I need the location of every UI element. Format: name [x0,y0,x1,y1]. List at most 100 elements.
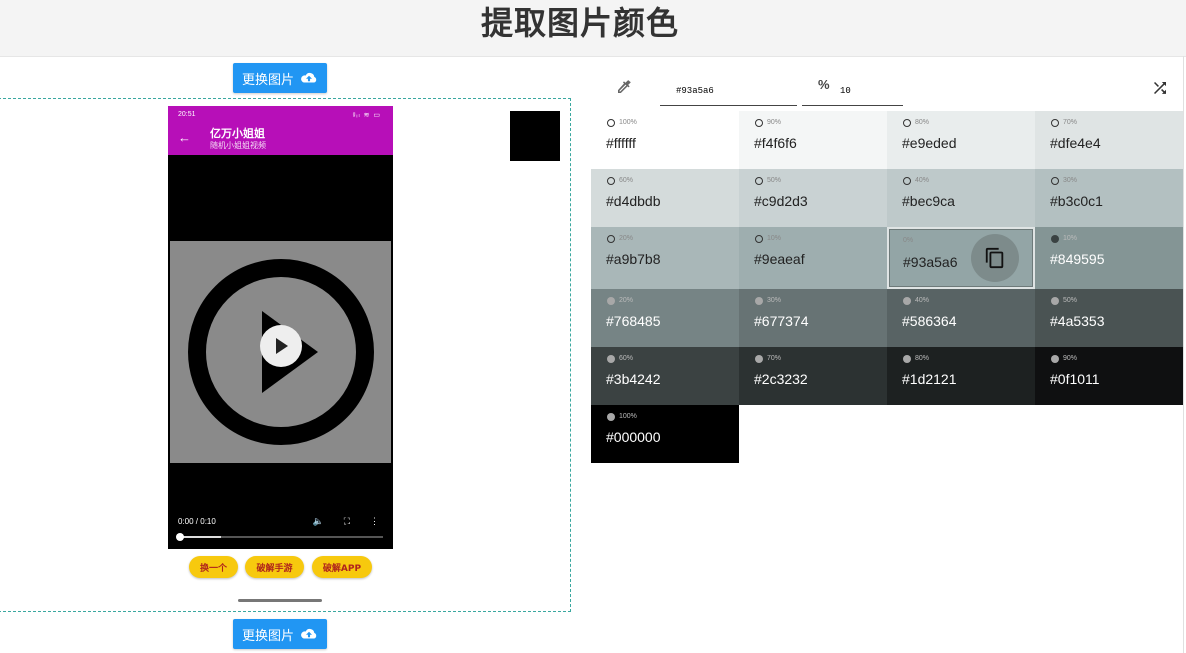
palette-cell-percent: 30% [767,297,782,304]
palette-cell-hex: #2c3232 [754,371,808,387]
palette-cell-percent: 70% [1063,119,1078,126]
palette-cell[interactable]: 30% #677374 [739,289,887,347]
radio-dot-icon [1051,297,1059,305]
shuffle-icon[interactable] [1151,79,1169,97]
palette-cell-hex: #768485 [606,313,661,329]
radio-dot-icon [755,355,763,363]
color-palette-grid: 100% #ffffff 90% #f4f6f6 80% #e9eded 70% #dfe4e… [591,111,1184,463]
video-progress [176,533,383,541]
header-bar: 提取图片颜色 [0,0,1186,57]
video-frame [170,241,391,463]
palette-cell[interactable]: 0% #93a5a6 [887,227,1035,289]
palette-cell[interactable]: 80% #1d2121 [887,347,1035,405]
volume-icon: 🔈 [312,516,324,526]
radio-dot-icon [607,235,615,243]
phone-button-games: 破解手游 [245,556,304,578]
phone-button-app: 破解APP [312,556,372,578]
palette-cell[interactable]: 40% #bec9ca [887,169,1035,227]
palette-cell-hex: #3b4242 [606,371,661,387]
palette-cell[interactable]: 70% #dfe4e4 [1035,111,1184,169]
palette-cell-percent: 50% [1063,297,1078,304]
palette-cell-hex: #e9eded [902,135,957,151]
color-controls: % [591,68,1184,110]
palette-cell-percent: 40% [915,177,930,184]
radio-dot-icon [1051,177,1059,185]
palette-cell-hex: #a9b7b8 [606,251,661,267]
fullscreen-icon: ⛶ [343,516,350,526]
palette-cell-hex: #849595 [1050,251,1105,267]
radio-dot-icon [903,355,911,363]
copy-icon [985,247,1004,269]
palette-cell-hex: #000000 [606,429,661,445]
palette-cell-percent: 50% [767,177,782,184]
palette-cell[interactable]: 90% #0f1011 [1035,347,1184,405]
palette-cell[interactable]: 10% #849595 [1035,227,1184,289]
palette-cell[interactable]: 100% #000000 [591,405,739,463]
radio-dot-icon [607,177,615,185]
phone-app-bar: 20:51 ᵍᵢₗ ≋ ▭ ← 亿万小姐姐 随机小姐姐视频 [168,106,393,155]
radio-dot-icon [1051,119,1059,127]
radio-dot-icon [755,177,763,185]
palette-cell-percent: 10% [1063,235,1078,242]
palette-cell[interactable]: 10% #9eaeaf [739,227,887,289]
phone-home-indicator [238,599,322,602]
palette-cell-percent: 100% [619,413,637,420]
radio-dot-icon [607,119,615,127]
copy-button[interactable] [971,234,1019,282]
palette-cell-hex: #d4dbdb [606,193,661,209]
palette-cell[interactable]: 100% #ffffff [591,111,739,169]
video-time: 0:00 / 0:10 [178,517,216,526]
radio-dot-icon [607,413,615,421]
phone-status-icons: ᵍᵢₗ ≋ ▭ [352,112,381,119]
radio-dot-icon [903,119,911,127]
palette-cell-percent: 40% [915,297,930,304]
palette-cell-hex: #1d2121 [902,371,957,387]
palette-cell-percent: 80% [915,355,930,362]
palette-cell[interactable]: 60% #d4dbdb [591,169,739,227]
palette-cell-percent: 60% [619,177,634,184]
color-preview-swatch [510,111,560,161]
palette-cell[interactable]: 70% #2c3232 [739,347,887,405]
palette-cell-hex: #bec9ca [902,193,955,209]
palette-cell-percent: 100% [619,119,637,126]
radio-dot-icon [755,119,763,127]
palette-cell[interactable]: 50% #c9d2d3 [739,169,887,227]
palette-cell[interactable]: 90% #f4f6f6 [739,111,887,169]
palette-cell[interactable]: 60% #3b4242 [591,347,739,405]
phone-title: 亿万小姐姐 [210,127,265,140]
radio-dot-icon [1051,355,1059,363]
palette-cell[interactable]: 30% #b3c0c1 [1035,169,1184,227]
palette-cell-hex: #9eaeaf [754,251,805,267]
palette-cell-percent: 80% [915,119,930,126]
phone-time: 20:51 [178,111,196,118]
change-image-label: 更换图片 [241,628,294,644]
video-progress-thumb [176,533,184,541]
radio-dot-icon [607,355,615,363]
hex-color-input[interactable] [660,76,797,106]
video-progress-fill [180,536,221,538]
back-arrow-icon: ← [178,130,191,145]
cloud-upload-icon [301,628,317,639]
change-image-button-top[interactable]: 更换图片 [233,63,327,93]
palette-cell-percent: 20% [619,297,634,304]
palette-cell[interactable]: 20% #a9b7b8 [591,227,739,289]
palette-cell-hex: #dfe4e4 [1050,135,1101,151]
cloud-upload-icon [301,72,317,83]
radio-dot-icon [607,297,615,305]
palette-cell[interactable]: 20% #768485 [591,289,739,347]
palette-cell[interactable]: 50% #4a5353 [1035,289,1184,347]
eyedropper-icon[interactable] [615,78,633,96]
phone-button-switch: 换一个 [189,556,238,578]
palette-cell-percent: 90% [1063,355,1078,362]
radio-dot-icon [903,177,911,185]
radio-dot-icon [1051,235,1059,243]
percent-icon: % [818,77,830,92]
palette-cell[interactable]: 40% #586364 [887,289,1035,347]
change-image-button-bottom[interactable]: 更换图片 [233,619,327,649]
palette-cell[interactable]: 80% #e9eded [887,111,1035,169]
palette-cell-percent: 70% [767,355,782,362]
change-image-label: 更换图片 [241,72,294,88]
play-circle-icon [188,259,374,445]
palette-cell-percent: 90% [767,119,782,126]
palette-cell-hex: #b3c0c1 [1050,193,1103,209]
